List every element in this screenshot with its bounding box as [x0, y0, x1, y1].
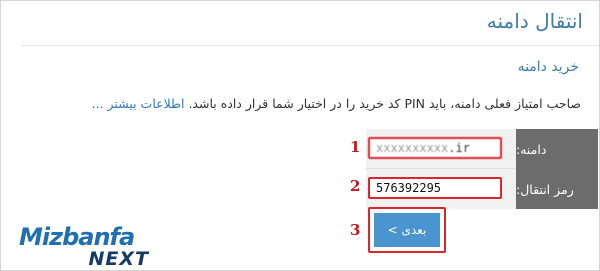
step-number-1: 1 — [350, 138, 361, 156]
logo-next: NEXT — [88, 248, 149, 270]
description-body: صاحب امتیاز فعلی دامنه، باید PIN کد خرید… — [188, 96, 581, 111]
page-title: انتقال دامنه — [486, 9, 583, 33]
password-row: رمز انتقال: 576392295 — [366, 169, 598, 209]
domain-tld: .ir — [448, 141, 470, 155]
more-info-link[interactable]: اطلاعات بیشتر ... — [92, 96, 185, 111]
step-number-3: 3 — [350, 221, 361, 239]
title-divider — [21, 45, 599, 46]
description-text: صاحب امتیاز فعلی دامنه، باید PIN کد خرید… — [41, 96, 581, 111]
domain-row: دامنه: xxxxxxxxxx.ir — [366, 129, 598, 169]
step-number-2: 2 — [350, 177, 361, 195]
section-subtitle: خرید دامنه — [517, 59, 579, 75]
transfer-password-field[interactable]: 576392295 — [368, 177, 502, 199]
page-frame: انتقال دامنه خرید دامنه صاحب امتیاز فعلی… — [0, 0, 600, 271]
password-input-cell: 576392295 — [366, 169, 516, 209]
domain-input-cell: xxxxxxxxxx.ir — [366, 129, 516, 169]
next-button-highlight: بعدی > — [368, 207, 446, 253]
next-button[interactable]: بعدی > — [374, 213, 440, 247]
domain-field[interactable]: xxxxxxxxxx.ir — [368, 137, 502, 159]
brand-logo: Mizbanfa NEXT — [19, 223, 159, 271]
logo-wordmark: Mizbanfa — [19, 223, 135, 251]
domain-name-redacted: xxxxxxxxxx — [376, 141, 449, 155]
domain-label: دامنه: — [516, 129, 598, 169]
password-label: رمز انتقال: — [516, 169, 598, 209]
